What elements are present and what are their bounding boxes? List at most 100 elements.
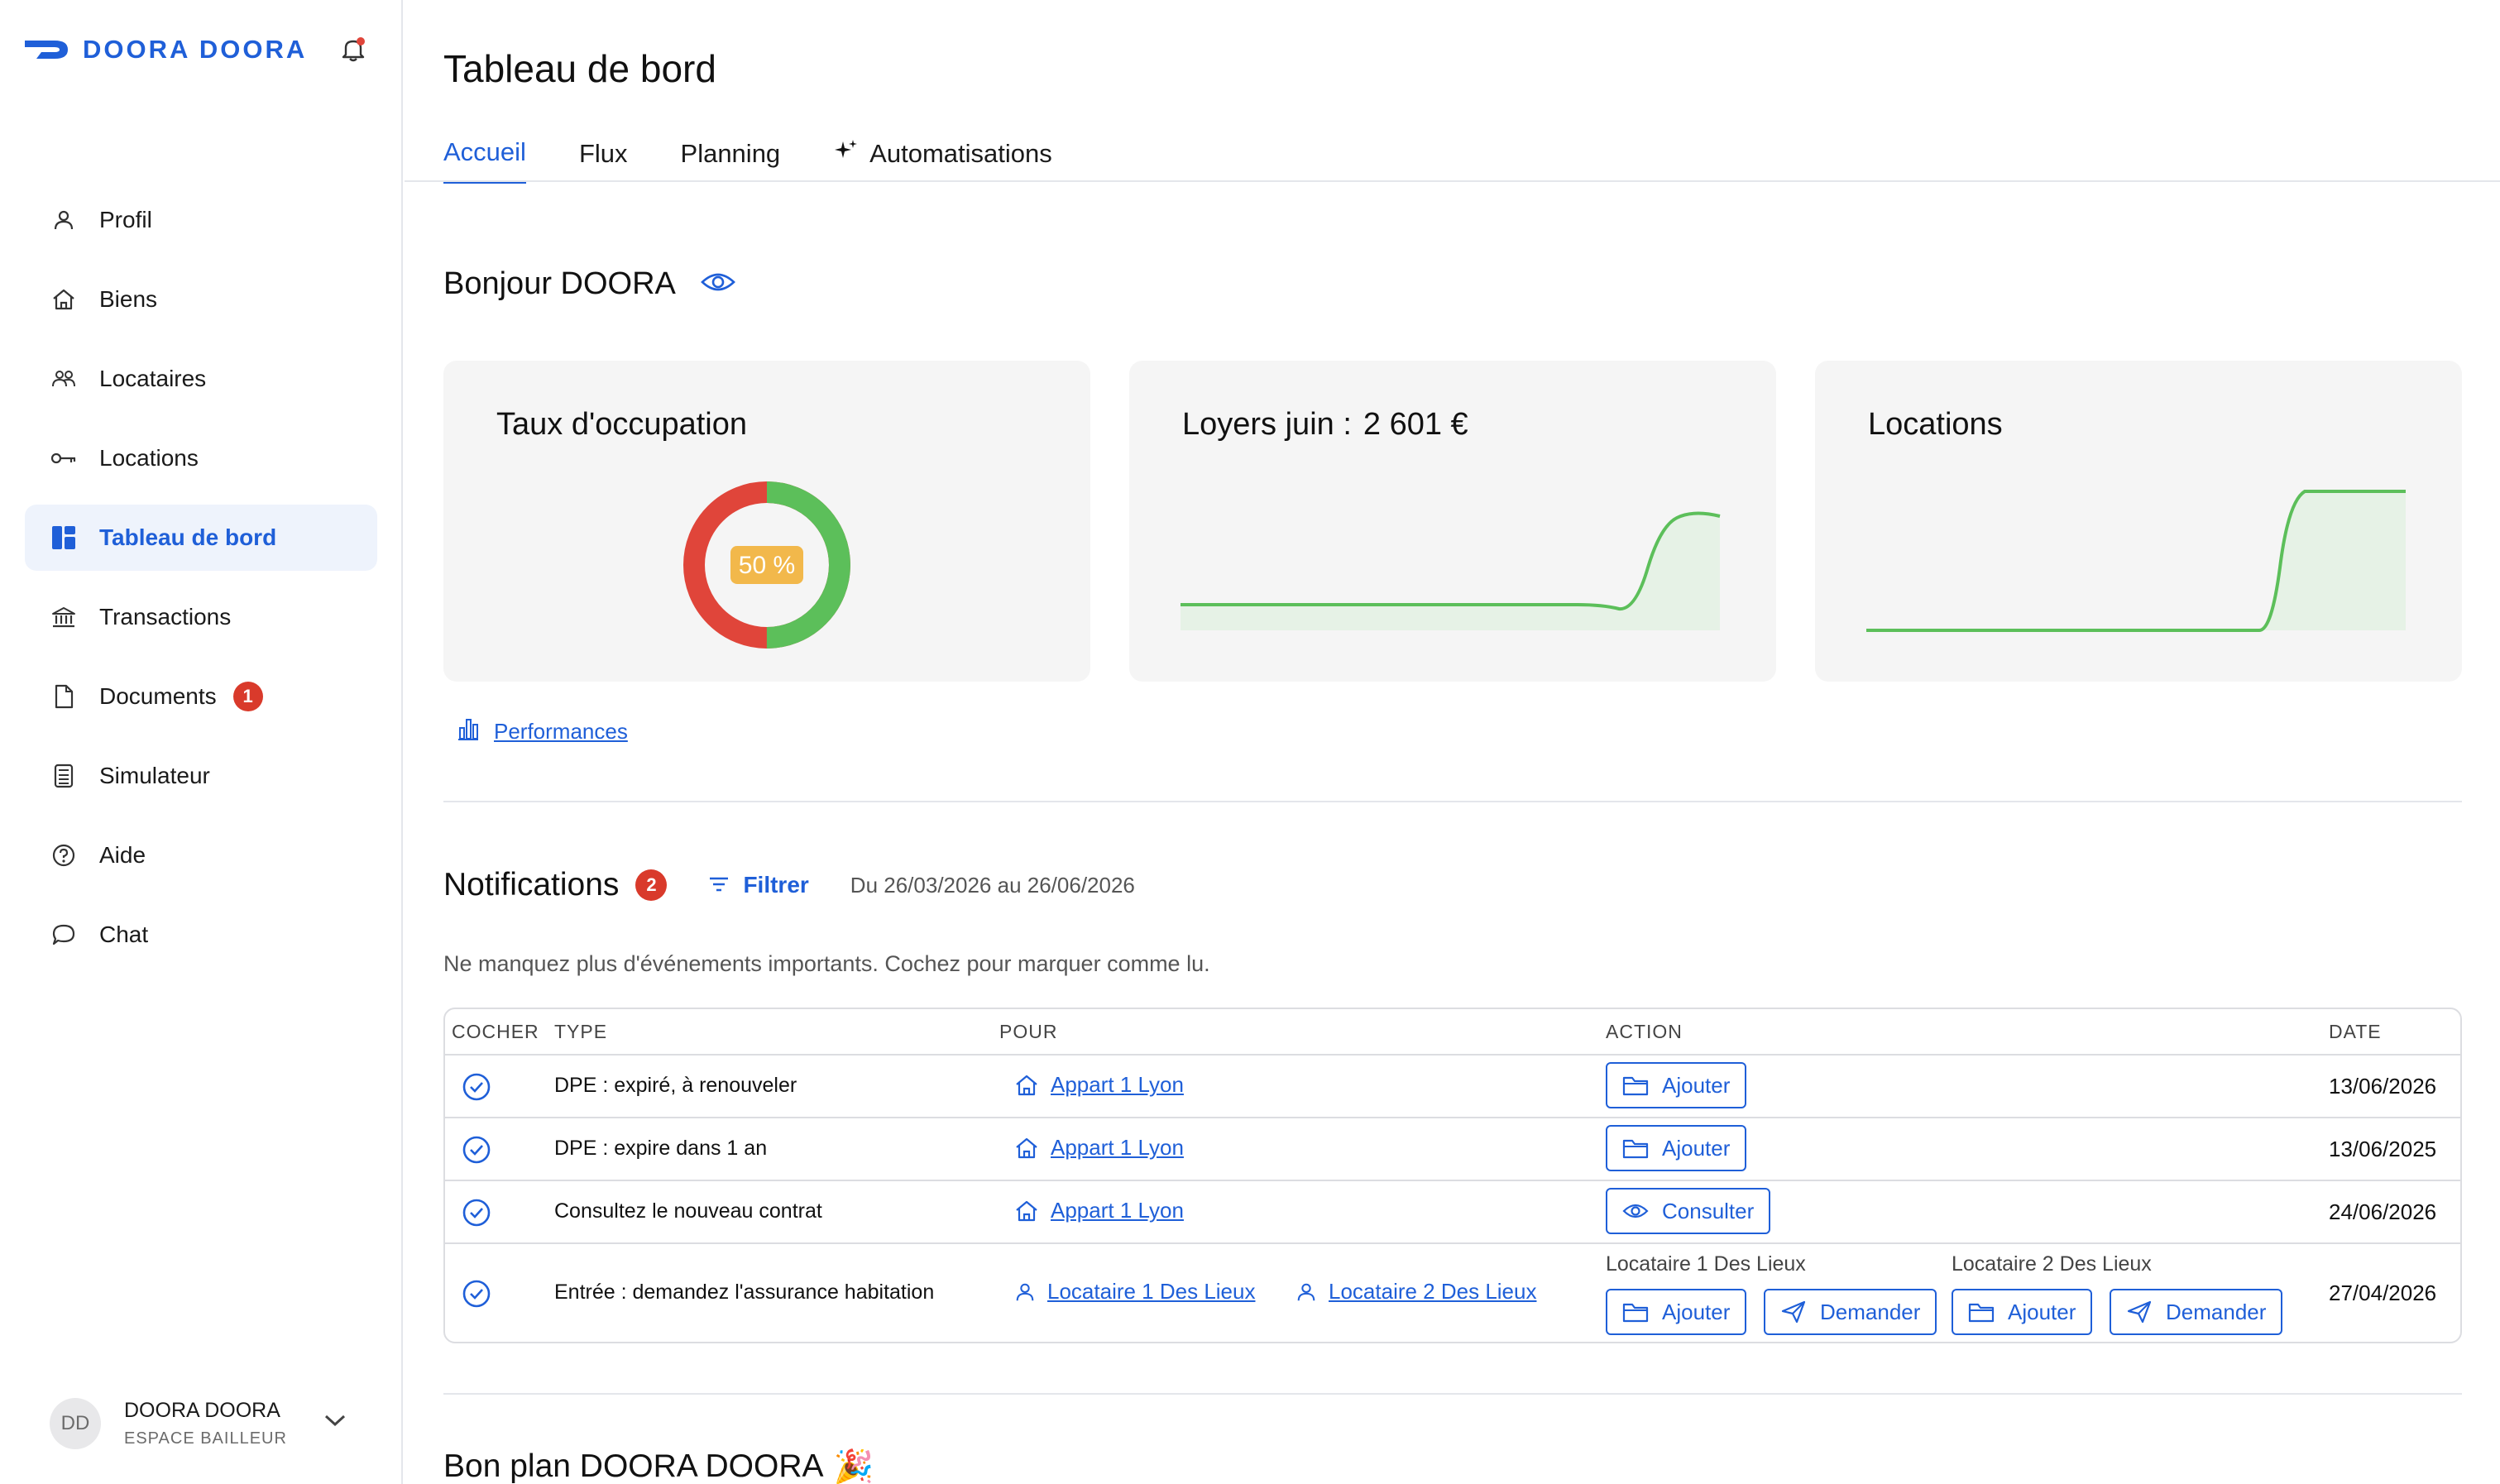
row-type: Entrée : demandez l'assurance habitation [554, 1281, 935, 1304]
chat-icon [50, 921, 78, 949]
pour-label: Locataire 2 Des Lieux [1329, 1279, 1537, 1304]
key-icon [50, 444, 78, 472]
ajouter-button[interactable]: Ajouter [1606, 1062, 1747, 1108]
table-row: Consultez le nouveau contrat Appart 1 Ly… [445, 1181, 2460, 1244]
demander-button[interactable]: Demander [1764, 1289, 1937, 1335]
column-header-date: DATE [2329, 1021, 2382, 1042]
sidebar-item-aide[interactable]: Aide [25, 822, 377, 888]
avatar: DD [50, 1398, 101, 1449]
user-name: DOORA DOORA [124, 1399, 280, 1422]
sidebar-item-locations[interactable]: Locations [25, 425, 377, 491]
tab-planning[interactable]: Planning [681, 137, 781, 184]
ajouter-button[interactable]: Ajouter [1952, 1289, 2093, 1335]
sidebar-item-chat[interactable]: Chat [25, 902, 377, 968]
loyers-value: 2 601 € [1363, 407, 1468, 442]
check-circle-icon[interactable] [462, 1072, 491, 1106]
pour-label: Locataire 1 Des Lieux [1047, 1279, 1256, 1304]
pour-link-locataire-1[interactable]: Locataire 1 Des Lieux [1014, 1279, 1255, 1304]
sidebar-item-simulateur[interactable]: Simulateur [25, 743, 377, 809]
tab-automatisations[interactable]: Automatisations [833, 137, 1052, 184]
sidebar-item-transactions[interactable]: Transactions [25, 584, 377, 650]
sidebar-item-profil[interactable]: Profil [25, 187, 377, 253]
locations-card[interactable]: Locations [1815, 361, 2462, 682]
button-label: Ajouter [2008, 1299, 2076, 1324]
tab-label: Accueil [443, 137, 526, 166]
card-title: Loyers juin : 2 601 € [1182, 407, 1468, 443]
check-circle-icon[interactable] [462, 1135, 491, 1169]
folder-icon [1622, 1075, 1649, 1096]
eye-icon [1622, 1202, 1649, 1220]
button-label: Ajouter [1662, 1135, 1731, 1161]
main-content: Tableau de bord Accueil Flux Planning Au… [405, 0, 2500, 1484]
occupation-donut: 50 % [683, 481, 850, 649]
folder-icon [1622, 1137, 1649, 1159]
notifications-title: Notifications [443, 867, 620, 902]
greeting: Bonjour DOORA [443, 266, 735, 302]
table-row: DPE : expire dans 1 an Appart 1 Lyon Ajo… [445, 1118, 2460, 1181]
card-title: Taux d'occupation [496, 407, 748, 442]
column-header-pour: POUR [999, 1021, 1058, 1042]
brand-logo[interactable]: DOORA DOORA [25, 35, 307, 65]
home-icon [1014, 1137, 1039, 1160]
pour-link[interactable]: Appart 1 Lyon [1014, 1198, 1184, 1223]
consulter-button[interactable]: Consulter [1606, 1188, 1771, 1234]
sidebar-item-label: Locations [99, 445, 199, 471]
user-role: ESPACE BAILLEUR [124, 1429, 287, 1448]
table-row: Entrée : demandez l'assurance habitation… [445, 1244, 2460, 1342]
loyers-card[interactable]: Loyers juin : 2 601 € [1129, 361, 1776, 682]
occupation-card[interactable]: Taux d'occupation 50 % [443, 361, 1090, 682]
pour-link[interactable]: Appart 1 Lyon [1014, 1135, 1184, 1161]
bell-icon [342, 37, 365, 62]
sidebar-item-tableau-de-bord[interactable]: Tableau de bord [25, 505, 377, 571]
sidebar-item-label: Simulateur [99, 763, 210, 788]
greeting-text: Bonjour DOORA [443, 266, 676, 301]
bar-chart-icon [456, 716, 481, 747]
tabs-divider [405, 180, 2500, 182]
performances-link[interactable]: Performances [456, 716, 628, 747]
user-menu[interactable]: DD DOORA DOORA ESPACE BAILLEUR [50, 1398, 346, 1449]
tab-accueil[interactable]: Accueil [443, 137, 526, 184]
brand-name: DOORA DOORA [83, 35, 308, 64]
doora-logo-icon [25, 41, 68, 59]
sidebar-item-label: Tableau de bord [99, 524, 277, 550]
eye-icon[interactable] [700, 266, 735, 302]
filter-button[interactable]: Filtrer [708, 872, 809, 898]
pour-link-locataire-2[interactable]: Locataire 2 Des Lieux [1295, 1279, 1536, 1304]
action-group-label: Locataire 1 Des Lieux [1606, 1252, 1806, 1276]
loyers-sparkline [1181, 511, 1721, 630]
button-label: Demander [1820, 1299, 1921, 1324]
table-header: COCHER TYPE POUR ACTION DATE [445, 1009, 2460, 1056]
demander-button[interactable]: Demander [2110, 1289, 2283, 1335]
donut-value-label: 50 % [739, 552, 795, 579]
user-icon [1014, 1281, 1036, 1304]
user-icon [1295, 1281, 1317, 1304]
sparkle-icon [833, 138, 858, 170]
ajouter-button[interactable]: Ajouter [1606, 1125, 1747, 1171]
check-circle-icon[interactable] [462, 1198, 491, 1232]
sidebar-item-biens[interactable]: Biens [25, 266, 377, 333]
row-date: 24/06/2026 [2329, 1199, 2437, 1224]
sidebar-item-locataires[interactable]: Locataires [25, 346, 377, 412]
notifications-count-badge: 2 [635, 869, 668, 901]
send-icon [2126, 1300, 2153, 1324]
notifications-table: COCHER TYPE POUR ACTION DATE DPE : expir… [443, 1008, 2462, 1343]
check-circle-icon[interactable] [462, 1279, 491, 1313]
tab-flux[interactable]: Flux [579, 137, 628, 184]
date-range[interactable]: Du 26/03/2026 au 26/06/2026 [850, 873, 1135, 898]
pour-label: Appart 1 Lyon [1051, 1135, 1184, 1160]
ajouter-button[interactable]: Ajouter [1606, 1289, 1747, 1335]
party-popper-icon: 🎉 [833, 1449, 874, 1484]
chevron-down-icon[interactable] [323, 1413, 347, 1432]
button-label: Demander [2166, 1299, 2267, 1324]
sidebar-item-documents[interactable]: Documents 1 [25, 663, 377, 730]
bonplan-title: Bon plan DOORA DOORA [443, 1448, 824, 1484]
section-divider [443, 1393, 2462, 1395]
pour-label: Appart 1 Lyon [1051, 1198, 1184, 1223]
filter-label: Filtrer [743, 872, 809, 898]
button-label: Ajouter [1662, 1299, 1731, 1324]
notifications-bell[interactable] [341, 36, 366, 67]
pour-link[interactable]: Appart 1 Lyon [1014, 1072, 1184, 1098]
column-header-type: TYPE [554, 1021, 608, 1042]
sidebar-item-label: Aide [99, 842, 146, 868]
button-label: Consulter [1662, 1198, 1755, 1223]
